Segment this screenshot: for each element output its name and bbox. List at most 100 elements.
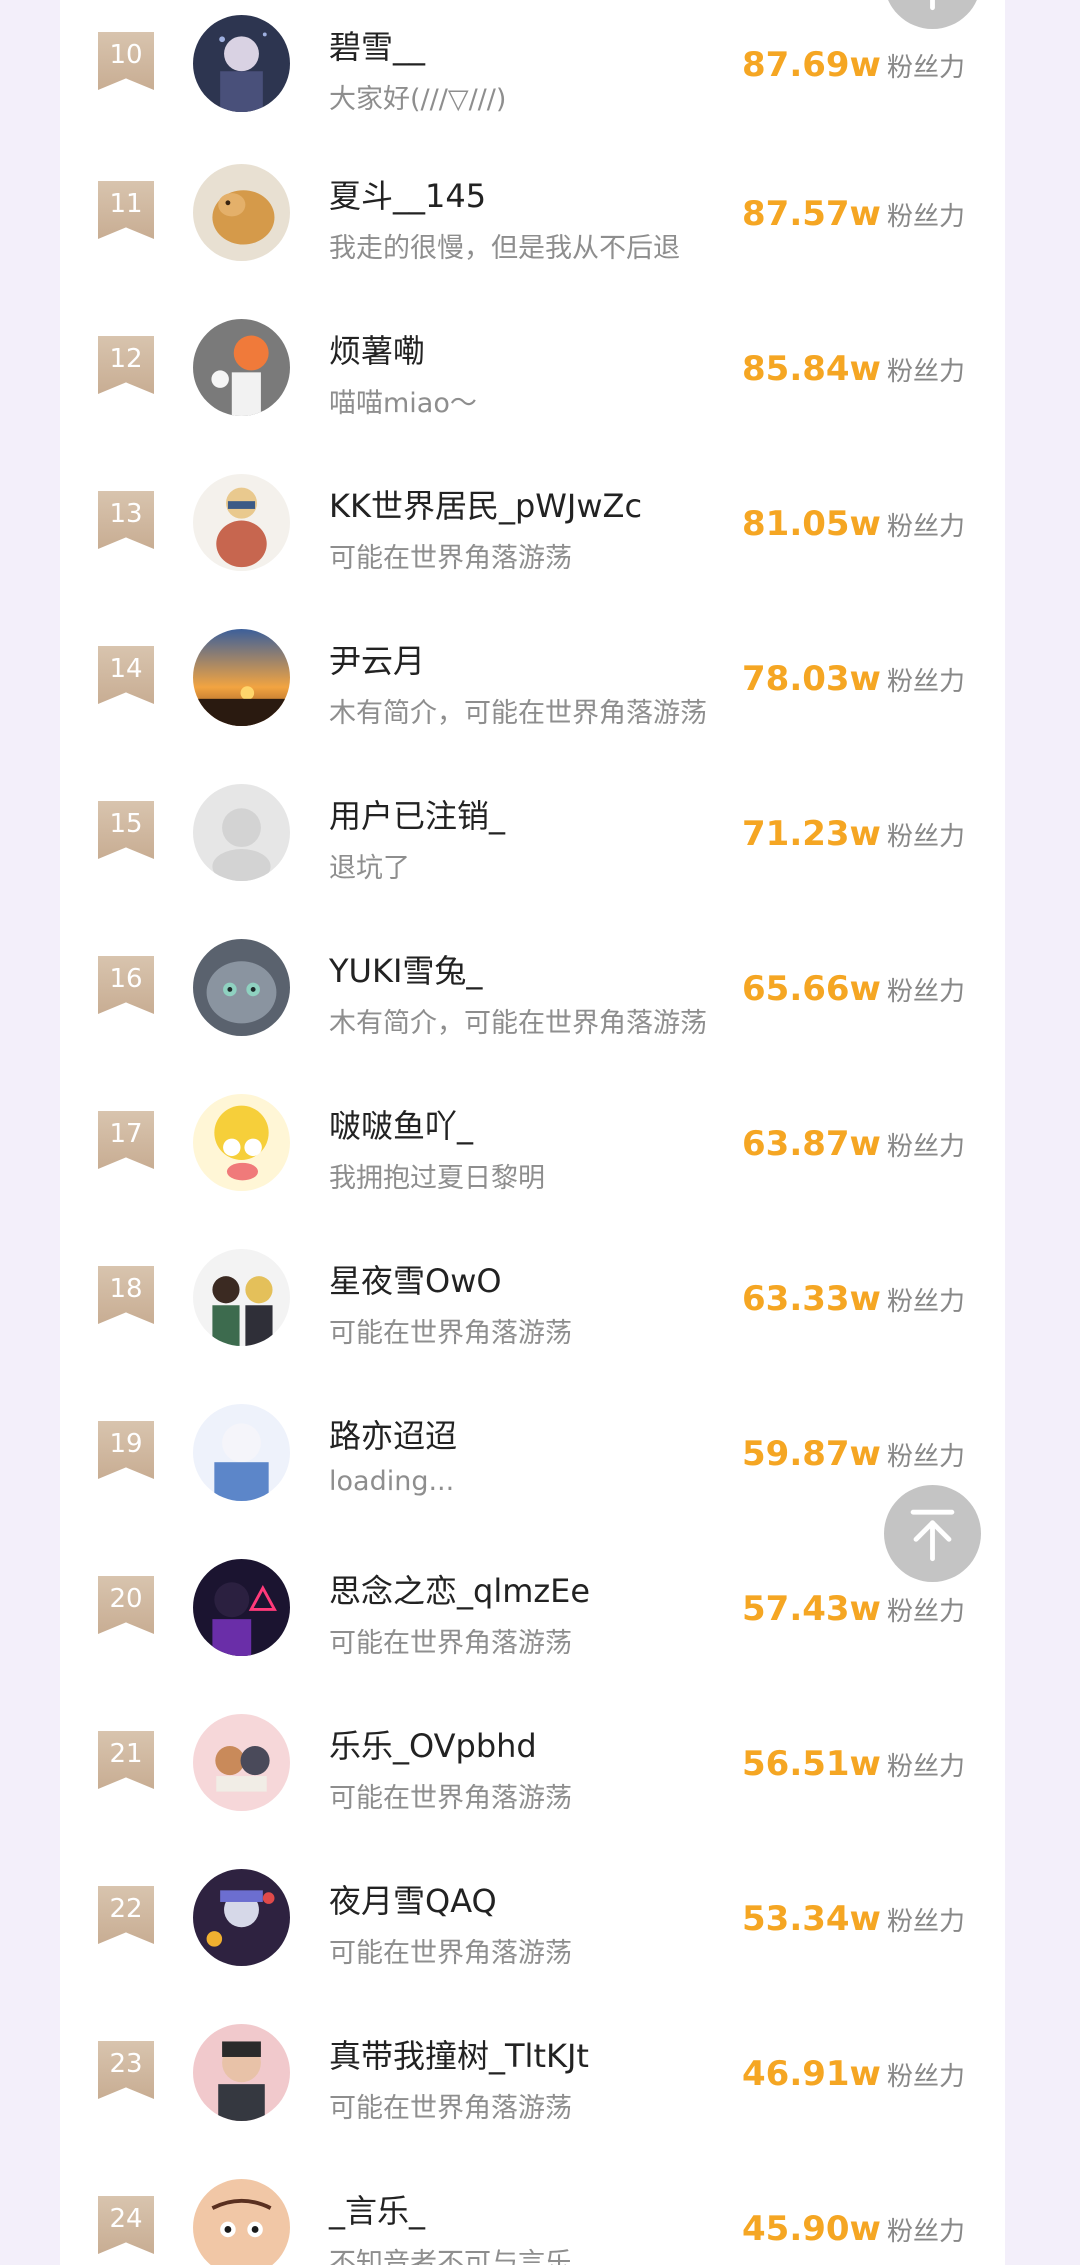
rank-badge: 12 (98, 336, 154, 394)
user-bio: 退坑了 (329, 853, 410, 884)
score-value: 85.84w (742, 349, 881, 389)
score-value: 63.87w (742, 1124, 881, 1164)
score: 59.87w 粉丝力 (742, 1434, 965, 1474)
ranking-row[interactable]: 23 真带我撞树_TltKJt 可能在世界角落游荡 46.91w 粉丝力 (60, 2009, 1005, 2159)
ranking-row[interactable]: 10 碧雪__ 大家好(///▽///) 87.69w 粉丝力 (60, 0, 1005, 150)
ranking-row[interactable]: 22 夜月雪QAQ 可能在世界角落游荡 53.34w 粉丝力 (60, 1854, 1005, 2004)
score: 63.33w 粉丝力 (742, 1279, 965, 1319)
user-name[interactable]: 尹云月 (329, 636, 425, 682)
rank-badge: 19 (98, 1421, 154, 1479)
score: 53.34w 粉丝力 (742, 1899, 965, 1939)
user-bio: 不知音者不可与言乐 (329, 2248, 572, 2265)
user-name[interactable]: 真带我撞树_TltKJt (329, 2031, 589, 2077)
score-value: 46.91w (742, 2054, 881, 2094)
avatar[interactable] (193, 164, 290, 261)
score-unit: 粉丝力 (886, 1287, 965, 1317)
avatar[interactable] (193, 2179, 290, 2265)
avatar[interactable] (193, 939, 290, 1036)
score: 65.66w 粉丝力 (742, 969, 965, 1009)
score-value: 45.90w (742, 2209, 881, 2249)
user-name[interactable]: _言乐_ (329, 2186, 425, 2232)
user-bio: 可能在世界角落游荡 (329, 1938, 572, 1969)
score-unit: 粉丝力 (886, 202, 965, 232)
ranking-row[interactable]: 13 KK世界居民_pWJwZc 可能在世界角落游荡 81.05w 粉丝力 (60, 459, 1005, 609)
score: 87.69w 粉丝力 (742, 45, 965, 85)
rank-badge: 22 (98, 1886, 154, 1944)
score: 46.91w 粉丝力 (742, 2054, 965, 2094)
ranking-row[interactable]: 16 YUKI雪兔_ 木有简介，可能在世界角落游荡 65.66w 粉丝力 (60, 924, 1005, 1074)
back-to-top-button[interactable] (884, 1485, 981, 1582)
avatar[interactable] (193, 1559, 290, 1656)
user-name[interactable]: 烦薯嘞 (329, 326, 425, 372)
ranking-row[interactable]: 20 思念之恋_qlmzEe 可能在世界角落游荡 57.43w 粉丝力 (60, 1544, 1005, 1694)
score: 57.43w 粉丝力 (742, 1589, 965, 1629)
avatar[interactable] (193, 474, 290, 571)
ranking-row[interactable]: 19 路亦迢迢 loading... 59.87w 粉丝力 (60, 1389, 1005, 1539)
score-value: 57.43w (742, 1589, 881, 1629)
ranking-row[interactable]: 21 乐乐_OVpbhd 可能在世界角落游荡 56.51w 粉丝力 (60, 1699, 1005, 1849)
score-unit: 粉丝力 (886, 977, 965, 1007)
rank-badge: 17 (98, 1111, 154, 1169)
avatar[interactable] (193, 319, 290, 416)
rank-badge: 11 (98, 181, 154, 239)
avatar[interactable] (193, 1094, 290, 1191)
rank-badge: 20 (98, 1576, 154, 1634)
score-unit: 粉丝力 (886, 2062, 965, 2092)
avatar[interactable] (193, 629, 290, 726)
user-name[interactable]: 思念之恋_qlmzEe (329, 1566, 590, 1612)
user-name[interactable]: 星夜雪OwO (329, 1256, 502, 1302)
score-unit: 粉丝力 (886, 2217, 965, 2247)
user-bio: 可能在世界角落游荡 (329, 2093, 572, 2124)
ranking-row[interactable]: 24 _言乐_ 不知音者不可与言乐 45.90w 粉丝力 (60, 2164, 1005, 2265)
user-name[interactable]: 夏斗__145 (329, 171, 486, 217)
rank-badge: 10 (98, 32, 154, 90)
rank-badge: 13 (98, 491, 154, 549)
rank-badge: 21 (98, 1731, 154, 1789)
avatar[interactable] (193, 2024, 290, 2121)
score: 63.87w 粉丝力 (742, 1124, 965, 1164)
score-unit: 粉丝力 (886, 1132, 965, 1162)
user-bio: 大家好(///▽///) (329, 84, 507, 115)
avatar[interactable] (193, 1404, 290, 1501)
user-name[interactable]: YUKI雪兔_ (329, 946, 482, 992)
user-name[interactable]: 路亦迢迢 (329, 1411, 457, 1457)
score-value: 56.51w (742, 1744, 881, 1784)
score-unit: 粉丝力 (886, 357, 965, 387)
user-name[interactable]: 用户已注销_ (329, 791, 505, 837)
user-name[interactable]: 乐乐_OVpbhd (329, 1721, 537, 1767)
avatar[interactable] (193, 784, 290, 881)
user-name[interactable]: 夜月雪QAQ (329, 1876, 497, 1922)
score-unit: 粉丝力 (886, 1907, 965, 1937)
avatar[interactable] (193, 1869, 290, 1966)
arrow-up-to-top-icon (910, 1509, 955, 1562)
user-bio: 木有简介，可能在世界角落游荡 (329, 1008, 707, 1039)
ranking-row[interactable]: 18 星夜雪OwO 可能在世界角落游荡 63.33w 粉丝力 (60, 1234, 1005, 1384)
user-name[interactable]: KK世界居民_pWJwZc (329, 481, 642, 527)
user-name[interactable]: 啵啵鱼吖_ (329, 1101, 473, 1147)
user-bio: 可能在世界角落游荡 (329, 543, 572, 574)
ranking-row[interactable]: 14 尹云月 木有简介，可能在世界角落游荡 78.03w 粉丝力 (60, 614, 1005, 764)
avatar[interactable] (193, 1249, 290, 1346)
avatar[interactable] (193, 1714, 290, 1811)
score: 87.57w 粉丝力 (742, 194, 965, 234)
score: 71.23w 粉丝力 (742, 814, 965, 854)
ranking-row[interactable]: 15 用户已注销_ 退坑了 71.23w 粉丝力 (60, 769, 1005, 919)
score-value: 59.87w (742, 1434, 881, 1474)
score-value: 81.05w (742, 504, 881, 544)
user-bio: 可能在世界角落游荡 (329, 1783, 572, 1814)
ranking-row[interactable]: 11 夏斗__145 我走的很慢，但是我从不后退 87.57w 粉丝力 (60, 149, 1005, 299)
ranking-row[interactable]: 17 啵啵鱼吖_ 我拥抱过夏日黎明 63.87w 粉丝力 (60, 1079, 1005, 1229)
user-bio: 我走的很慢，但是我从不后退 (329, 233, 680, 264)
rank-badge: 24 (98, 2196, 154, 2254)
rank-badge: 16 (98, 956, 154, 1014)
rank-badge: 23 (98, 2041, 154, 2099)
score-unit: 粉丝力 (886, 667, 965, 697)
back-to-top-button[interactable] (884, 0, 981, 29)
score-unit: 粉丝力 (886, 512, 965, 542)
avatar[interactable] (193, 15, 290, 112)
user-name[interactable]: 碧雪__ (329, 22, 425, 68)
user-bio: loading... (329, 1466, 455, 1497)
user-bio: 我拥抱过夏日黎明 (329, 1163, 545, 1194)
ranking-row[interactable]: 12 烦薯嘞 喵喵miao～ 85.84w 粉丝力 (60, 304, 1005, 454)
rank-badge: 15 (98, 801, 154, 859)
